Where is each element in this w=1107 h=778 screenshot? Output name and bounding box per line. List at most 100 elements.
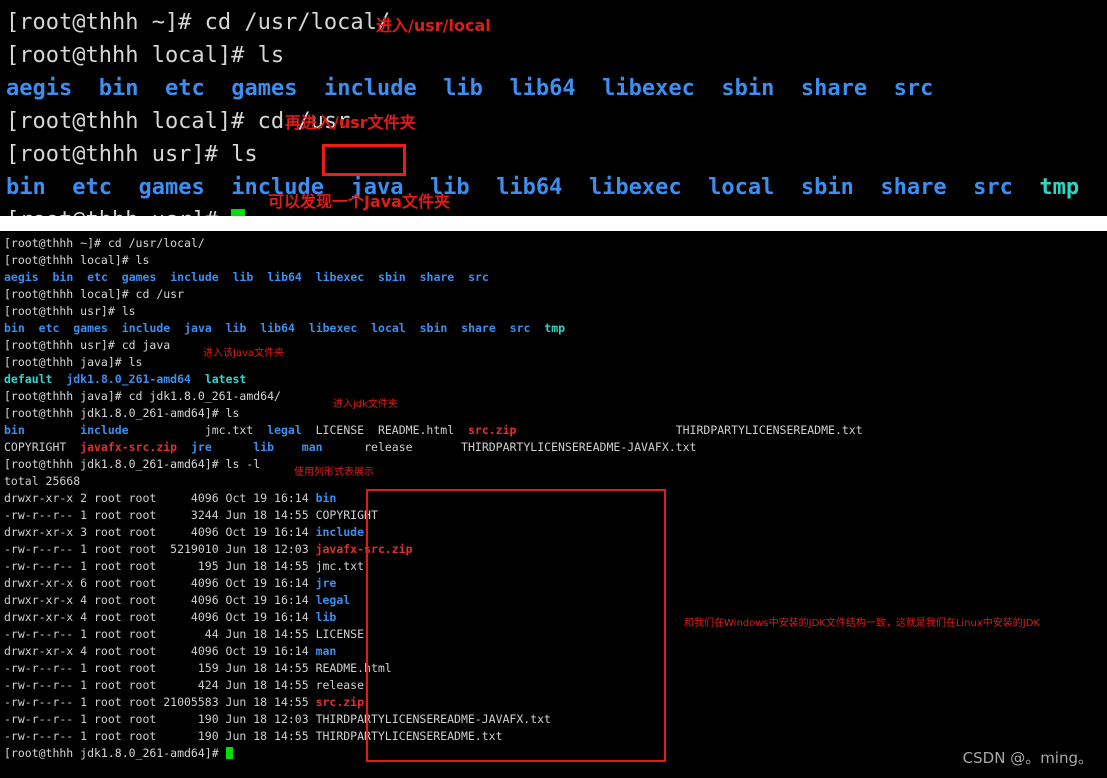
terminal-line: [root@thhh ~]# cd /usr/local/	[6, 6, 1101, 39]
terminal-text: drwxr-xr-x 6 root root 4096 Oct 19 16:14	[4, 576, 316, 590]
terminal-text: etc	[72, 175, 112, 200]
terminal-text: [root@thhh jdk1.8.0_261-amd64]# ls	[4, 406, 240, 420]
terminal-text: lib	[232, 270, 254, 284]
terminal-text: THIRDPARTYLICENSEREADME.txt	[675, 423, 863, 437]
terminal-text: share	[419, 270, 455, 284]
terminal-line: default jdk1.8.0_261-amd64 latest	[4, 371, 1103, 388]
terminal-text: lib64	[496, 175, 563, 200]
terminal-text: [root@thhh local]# cd /usr	[4, 287, 185, 301]
terminal-text: libexec	[308, 321, 358, 335]
terminal-text: games	[73, 321, 108, 335]
terminal-text: etc	[164, 76, 205, 101]
terminal-line: [root@thhh local]# cd /usr	[6, 105, 1101, 138]
terminal-line: drwxr-xr-x 6 root root 4096 Oct 19 16:14…	[4, 575, 1103, 592]
top-terminal-output: [root@thhh ~]# cd /usr/local/ [root@thhh …	[6, 6, 1101, 216]
terminal-text: libexec	[588, 175, 682, 200]
bottom-terminal-window[interactable]: [root@thhh ~]# cd /usr/local/ [root@thhh …	[0, 231, 1107, 778]
terminal-line: [root@thhh jdk1.8.0_261-amd64]#	[4, 745, 1103, 762]
red-annotation-text: 使用列形式表展示	[294, 467, 374, 478]
terminal-text: jmc.txt	[315, 559, 365, 573]
terminal-text: tmp	[544, 321, 566, 335]
terminal-text: default	[4, 372, 53, 386]
terminal-text: README.html	[377, 423, 455, 437]
top-terminal-window[interactable]: [root@thhh ~]# cd /usr/local/ [root@thhh …	[0, 0, 1107, 216]
terminal-line: [root@thhh java]# cd jdk1.8.0_261-amd64/	[4, 388, 1103, 405]
terminal-line: [root@thhh jdk1.8.0_261-amd64]# ls -l	[4, 456, 1103, 473]
terminal-line: aegis bin etc games include lib lib64 li…	[4, 269, 1103, 286]
terminal-line: [root@thhh ~]# cd /usr/local/	[4, 235, 1103, 252]
terminal-line: [root@thhh usr]#	[6, 204, 1101, 216]
terminal-text: bin	[4, 423, 25, 437]
terminal-text: README.html	[315, 661, 392, 675]
terminal-line: bin etc games include java lib lib64 lib…	[4, 320, 1103, 337]
terminal-text: lib	[253, 440, 275, 454]
terminal-text: games	[138, 175, 205, 200]
red-annotation-text: 和我们在Windows中安装的JDK文件结构一致，这就是我们在Linux中安装的…	[684, 618, 1040, 629]
terminal-text: [root@thhh local]# ls	[6, 43, 285, 68]
panel-divider	[0, 216, 1107, 231]
terminal-text: include	[315, 525, 365, 539]
terminal-text: -rw-r--r-- 1 root root 44 Jun 18 14:55	[4, 627, 316, 641]
terminal-text: src.zip	[467, 423, 517, 437]
red-annotation-text: 再进入/usr文件夹	[285, 113, 416, 132]
terminal-line: -rw-r--r-- 1 root root 195 Jun 18 14:55 …	[4, 558, 1103, 575]
terminal-text: share	[880, 175, 947, 200]
terminal-text: [root@thhh jdk1.8.0_261-amd64]# ls -l	[4, 457, 261, 471]
terminal-text: -rw-r--r-- 1 root root 159 Jun 18 14:55	[4, 661, 316, 675]
terminal-line: [root@thhh local]# ls	[6, 39, 1101, 72]
terminal-text: include	[80, 423, 129, 437]
terminal-text: drwxr-xr-x 4 root root 4096 Oct 19 16:14	[4, 593, 316, 607]
terminal-line: total 25668	[4, 473, 1103, 490]
terminal-text: aegis	[4, 270, 39, 284]
terminal-text: etc	[38, 321, 60, 335]
terminal-text: sbin	[800, 175, 854, 200]
terminal-line: drwxr-xr-x 3 root root 4096 Oct 19 16:14…	[4, 524, 1103, 541]
terminal-text: total 25668	[4, 474, 81, 488]
red-annotation-text: 进入jdk文件夹	[333, 399, 398, 410]
terminal-text: share	[461, 321, 496, 335]
terminal-text: release	[315, 678, 365, 692]
terminal-line: -rw-r--r-- 1 root root 190 Jun 18 12:03 …	[4, 711, 1103, 728]
terminal-text: [root@thhh java]# ls	[4, 355, 143, 369]
terminal-line: [root@thhh java]# ls	[4, 354, 1103, 371]
terminal-line: -rw-r--r-- 1 root root 5219010 Jun 18 12…	[4, 541, 1103, 558]
terminal-text: LICENSE	[315, 627, 365, 641]
terminal-text: -rw-r--r-- 1 root root 190 Jun 18 14:55	[4, 729, 316, 743]
terminal-text: jre	[190, 440, 212, 454]
terminal-text: jdk1.8.0_261-amd64	[66, 372, 191, 386]
terminal-text: games	[121, 270, 157, 284]
screenshot-root: [root@thhh ~]# cd /usr/local/ [root@thhh …	[0, 0, 1107, 778]
terminal-text: legal	[315, 593, 351, 607]
terminal-text: THIRDPARTYLICENSEREADME-JAVAFX.txt	[315, 712, 551, 726]
terminal-text: lib	[443, 76, 483, 101]
terminal-text: java	[184, 321, 212, 335]
terminal-text: drwxr-xr-x 4 root root 4096 Oct 19 16:14	[4, 644, 316, 658]
terminal-text: [root@thhh local]# ls	[4, 253, 150, 267]
terminal-text: bin	[6, 175, 46, 200]
